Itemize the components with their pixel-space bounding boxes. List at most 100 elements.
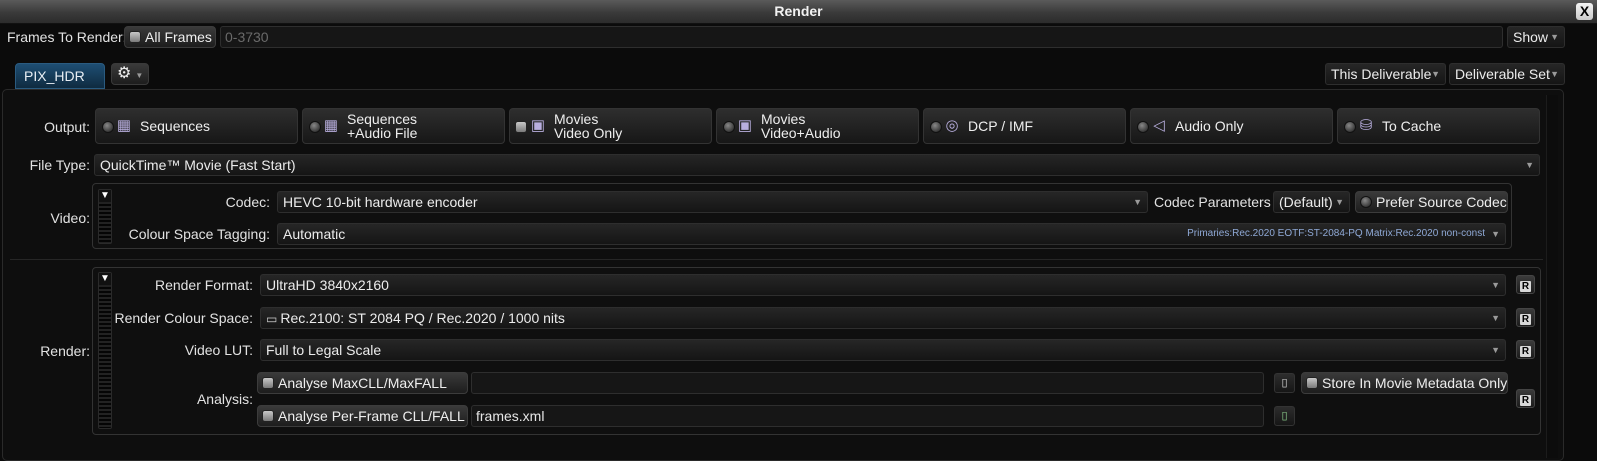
perframe-check-icon <box>262 410 274 422</box>
monitor-icon: ▭ <box>266 312 278 326</box>
output-option-label: Audio Only <box>1175 118 1244 134</box>
output-option-sublabel: Video Only <box>554 125 623 141</box>
file-type-dropdown[interactable]: QuickTime™ Movie (Fast Start) ▼ <box>94 154 1540 176</box>
codec-label: Codec: <box>225 194 270 210</box>
film-audio-icon: ▦ <box>323 117 339 134</box>
radio-icon <box>309 121 321 133</box>
colour-space-tagging-label: Colour Space Tagging: <box>128 226 270 242</box>
deliverable-set-dropdown[interactable]: Deliverable Set ▼ <box>1449 63 1565 85</box>
collapse-arrow-icon: ▼ <box>99 273 111 285</box>
store-metadata-toggle[interactable]: Store In Movie Metadata Only <box>1301 372 1508 394</box>
collapse-arrow-icon: ▼ <box>99 190 111 202</box>
analyse-maxcll-label: Analyse MaxCLL/MaxFALL <box>278 375 447 391</box>
render-format-dropdown[interactable]: UltraHD 3840x2160 ▼ <box>260 274 1506 296</box>
output-option-label: Movies <box>761 111 806 127</box>
codec-dropdown[interactable]: HEVC 10-bit hardware encoder ▼ <box>277 191 1148 213</box>
chevron-down-icon: ▼ <box>1491 345 1500 355</box>
output-sequences-button[interactable]: ▦ Sequences <box>95 108 298 144</box>
output-movies-audio-button[interactable]: ▣ Movies Video+Audio <box>716 108 919 144</box>
movie-audio-icon: ▣ <box>737 117 753 134</box>
colour-space-tagging-value: Automatic <box>283 226 346 242</box>
file-type-label: File Type: <box>29 157 90 173</box>
r-icon: R <box>1520 281 1531 292</box>
frames-to-render-label: Frames To Render: <box>7 29 127 45</box>
frame-range-input[interactable]: 0-3730 <box>220 26 1503 48</box>
colour-tagging-details: Primaries:Rec.2020 EOTF:ST-2084-PQ Matri… <box>1187 228 1485 239</box>
r-icon: R <box>1520 314 1531 325</box>
codec-parameters-value: (Default) <box>1279 194 1333 210</box>
maxcll-path-input[interactable] <box>471 372 1264 394</box>
output-movies-video-button[interactable]: ▣ Movies Video Only <box>509 108 712 144</box>
maxcll-check-icon <box>262 377 274 389</box>
document-icon[interactable]: ▯ <box>1274 373 1295 393</box>
store-metadata-check-icon <box>1306 377 1318 389</box>
video-lut-reset-button[interactable]: R <box>1516 340 1535 359</box>
all-frames-toggle[interactable]: All Frames <box>124 26 216 48</box>
output-to-cache-button[interactable]: ⛁ To Cache <box>1337 108 1540 144</box>
render-format-label: Render Format: <box>154 277 253 293</box>
output-option-label: Movies <box>554 111 599 127</box>
video-label: Video: <box>50 210 90 226</box>
colour-space-tagging-dropdown[interactable]: Automatic Primaries:Rec.2020 EOTF:ST-208… <box>277 223 1506 245</box>
codec-value: HEVC 10-bit hardware encoder <box>283 194 478 210</box>
output-option-label: Sequences <box>347 111 418 127</box>
movie-icon: ▣ <box>530 117 546 134</box>
render-colour-space-reset-button[interactable]: R <box>1516 308 1535 327</box>
chevron-down-icon: ▼ <box>1550 32 1559 42</box>
chevron-down-icon: ▼ <box>1491 229 1500 239</box>
file-type-value: QuickTime™ Movie (Fast Start) <box>100 157 296 173</box>
close-button[interactable]: X <box>1576 3 1593 20</box>
video-lut-value: Full to Legal Scale <box>266 342 382 358</box>
speaker-icon: ◁ <box>1153 117 1165 134</box>
analyse-perframe-label: Analyse Per-Frame CLL/FALL <box>278 408 465 424</box>
chevron-down-icon: ▼ <box>1431 69 1440 79</box>
analysis-reset-button[interactable]: R <box>1516 389 1535 408</box>
render-collapse-handle[interactable]: ▼ <box>98 272 112 429</box>
this-deliverable-label: This Deliverable <box>1331 66 1432 82</box>
radio-icon <box>930 121 942 133</box>
radio-icon <box>102 121 114 133</box>
render-colour-space-value: Rec.2100: ST 2084 PQ / Rec.2020 / 1000 n… <box>280 310 565 326</box>
analyse-perframe-toggle[interactable]: Analyse Per-Frame CLL/FALL <box>257 405 468 427</box>
r-icon: R <box>1520 395 1531 406</box>
render-format-reset-button[interactable]: R <box>1516 275 1535 294</box>
output-sequences-audio-button[interactable]: ▦ Sequences +Audio File <box>302 108 505 144</box>
video-lut-dropdown[interactable]: Full to Legal Scale ▼ <box>260 339 1506 361</box>
chevron-down-icon: ▼ <box>135 71 144 80</box>
chevron-down-icon: ▼ <box>1550 69 1559 79</box>
output-option-label: Sequences <box>140 118 211 134</box>
output-label: Output: <box>44 119 90 135</box>
output-dcp-imf-button[interactable]: ◎ DCP / IMF <box>923 108 1126 144</box>
tab-options-button[interactable]: ⚙ ▼ <box>111 63 149 85</box>
show-dropdown[interactable]: Show ▼ <box>1507 26 1565 48</box>
render-colour-space-dropdown[interactable]: ▭ Rec.2100: ST 2084 PQ / Rec.2020 / 1000 … <box>260 307 1506 329</box>
chevron-down-icon: ▼ <box>1133 197 1142 207</box>
video-lut-label: Video LUT: <box>184 342 253 358</box>
analysis-label: Analysis: <box>196 391 253 407</box>
all-frames-label: All Frames <box>145 29 212 45</box>
window-title: Render <box>0 0 1597 24</box>
section-divider <box>10 259 1543 260</box>
r-icon: R <box>1520 346 1531 357</box>
deliverable-set-label: Deliverable Set <box>1455 66 1550 82</box>
analyse-maxcll-toggle[interactable]: Analyse MaxCLL/MaxFALL <box>257 372 468 394</box>
codec-parameters-dropdown[interactable]: (Default) ▼ <box>1273 191 1350 213</box>
prefer-source-codec-toggle[interactable]: Prefer Source Codec <box>1355 191 1508 213</box>
render-format-value: UltraHD 3840x2160 <box>266 277 389 293</box>
film-strip-icon: ▦ <box>116 117 132 134</box>
this-deliverable-dropdown[interactable]: This Deliverable ▼ <box>1325 63 1446 85</box>
target-icon: ◎ <box>945 117 959 134</box>
chevron-down-icon: ▼ <box>1335 197 1344 207</box>
vertical-scrollbar[interactable] <box>1546 95 1558 458</box>
output-audio-only-button[interactable]: ◁ Audio Only <box>1130 108 1333 144</box>
radio-icon <box>1344 121 1356 133</box>
tab-label: PIX_HDR <box>24 68 85 84</box>
radio-icon <box>723 121 735 133</box>
chevron-down-icon: ▼ <box>1525 160 1534 170</box>
document-green-icon[interactable]: ▯ <box>1274 406 1295 426</box>
perframe-file-input[interactable]: frames.xml <box>471 405 1264 427</box>
render-label: Render: <box>40 343 90 359</box>
show-label: Show <box>1513 29 1549 45</box>
tab-pix-hdr[interactable]: PIX_HDR <box>15 63 105 106</box>
output-option-label: To Cache <box>1382 118 1442 134</box>
